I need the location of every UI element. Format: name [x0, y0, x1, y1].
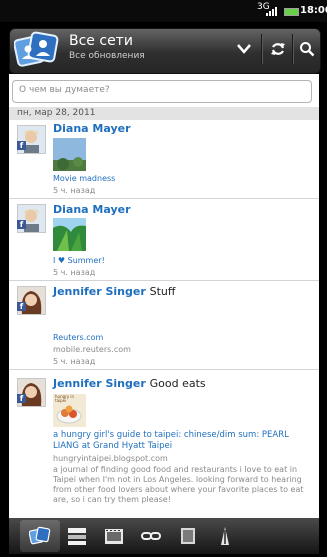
- post-text: Good eats: [149, 377, 206, 390]
- post-divider: [9, 369, 319, 370]
- post-author[interactable]: Jennifer Singer: [53, 285, 146, 298]
- post-timestamp: 5 ч. назад: [53, 268, 96, 277]
- tab-status-updates[interactable]: [57, 520, 97, 552]
- status-update-placeholder: О чем вы думаете?: [19, 85, 110, 95]
- tab-albums[interactable]: [168, 520, 208, 552]
- link-title[interactable]: Reuters.com: [53, 333, 103, 342]
- filter-dropdown-button[interactable]: [229, 34, 259, 64]
- post-timestamp: 5 ч. назад: [53, 186, 96, 195]
- battery-icon: [284, 8, 299, 16]
- facebook-icon: f: [17, 394, 26, 403]
- date-header: пн, мар 28, 2011: [9, 107, 319, 120]
- facebook-icon: f: [17, 220, 26, 229]
- clock: 18:00: [300, 5, 327, 16]
- post-caption[interactable]: Movie madness: [53, 174, 115, 183]
- post-author-line[interactable]: Jennifer Singer Good eats: [53, 377, 206, 390]
- link-icon: [141, 532, 161, 540]
- post-divider: [9, 280, 319, 281]
- post-timestamp: 5 ч. назад: [53, 357, 96, 366]
- page-title: Все сети: [69, 33, 133, 49]
- page-subtitle: Все обновления: [69, 51, 145, 61]
- post-photo[interactable]: [53, 218, 86, 251]
- friend-stream-icon: [29, 526, 51, 545]
- thumbnail-caption: hungry in taipei: [55, 394, 75, 403]
- tab-photos[interactable]: [94, 520, 134, 552]
- search-button[interactable]: [292, 34, 322, 64]
- link-domain: hungryintaipei.blogspot.com: [53, 454, 168, 463]
- friend-stream-app-icon[interactable]: [13, 30, 60, 70]
- refresh-button[interactable]: [263, 34, 293, 64]
- tab-links[interactable]: [131, 520, 171, 552]
- photo-strip-icon: [105, 529, 123, 544]
- post-author[interactable]: Diana Mayer: [53, 122, 131, 135]
- status-update-input[interactable]: О чем вы думаете?: [12, 80, 312, 103]
- link-thumbnail[interactable]: hungry in taipei: [53, 394, 86, 427]
- post-author-line[interactable]: Jennifer Singer Stuff: [53, 285, 175, 298]
- tab-notifications[interactable]: [205, 520, 245, 552]
- album-icon: [181, 528, 195, 544]
- facebook-icon: f: [17, 302, 26, 311]
- chevron-down-icon: [237, 44, 251, 54]
- tower-icon: [221, 527, 229, 545]
- link-domain: mobile.reuters.com: [53, 345, 131, 354]
- post-author[interactable]: Jennifer Singer: [53, 377, 146, 390]
- tab-friend-stream[interactable]: [20, 520, 60, 552]
- post-photo[interactable]: [53, 138, 86, 171]
- status-list-icon: [68, 528, 86, 545]
- post-text: Stuff: [149, 285, 176, 298]
- date-header-label: пн, мар 28, 2011: [17, 108, 96, 118]
- link-title[interactable]: a hungry girl's guide to taipei: chinese…: [53, 430, 308, 452]
- post-author[interactable]: Diana Mayer: [53, 203, 131, 216]
- search-icon: [300, 42, 315, 57]
- status-bar: 3G 18:00: [0, 0, 327, 22]
- link-description: a journal of finding good food and resta…: [53, 465, 304, 504]
- post-caption[interactable]: I ♥ Summer!: [53, 256, 105, 265]
- post-divider: [9, 198, 319, 199]
- facebook-icon: f: [17, 141, 26, 150]
- refresh-icon: [271, 43, 285, 55]
- signal-icon: [266, 7, 277, 16]
